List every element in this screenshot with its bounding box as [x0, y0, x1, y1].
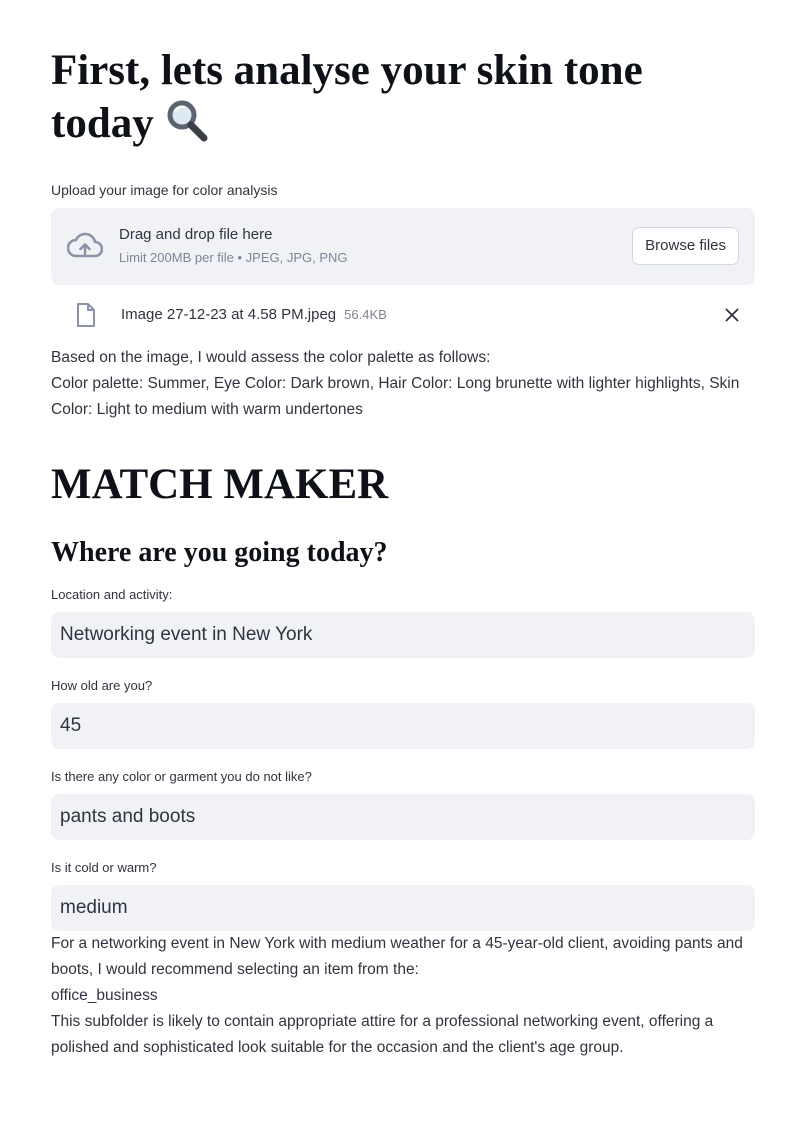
age-input[interactable]: [51, 702, 755, 749]
uploaded-file-size: 56.4KB: [344, 307, 387, 323]
age-label: How old are you?: [51, 677, 153, 693]
upload-label: Upload your image for color analysis: [51, 181, 278, 198]
weather-field: Is it cold or warm?: [51, 860, 755, 931]
main-content: First, lets analyse your skin tone today…: [0, 0, 804, 1061]
file-icon: [75, 302, 97, 328]
weather-label: Is it cold or warm?: [51, 859, 157, 875]
file-dropzone[interactable]: Drag and drop file here Limit 200MB per …: [51, 207, 755, 285]
dislikes-field: Is there any color or garment you do not…: [51, 769, 755, 840]
dropzone-limit: Limit 200MB per file • JPEG, JPG, PNG: [119, 250, 348, 266]
browse-files-button[interactable]: Browse files: [632, 226, 739, 265]
page-title: First, lets analyse your skin tone today: [51, 0, 755, 156]
location-label: Location and activity:: [51, 586, 173, 602]
uploaded-file-name: Image 27-12-23 at 4.58 PM.jpeg: [121, 306, 337, 324]
dropzone-title: Drag and drop file here: [119, 226, 273, 244]
location-input[interactable]: [51, 611, 755, 658]
uploaded-file-row: Image 27-12-23 at 4.58 PM.jpeg 56.4KB: [51, 285, 755, 345]
match-maker-subtitle: Where are you going today?: [51, 536, 388, 568]
dislikes-label: Is there any color or garment you do not…: [51, 768, 312, 784]
recommendation-intro: For a networking event in New York with …: [51, 934, 743, 978]
recommendation-folder: office_business: [51, 986, 158, 1004]
match-maker-title: MATCH MAKER: [51, 460, 389, 508]
cloud-upload-icon: [66, 231, 104, 261]
dislikes-input[interactable]: [51, 793, 755, 840]
page-title-text: First, lets analyse your skin tone today: [51, 47, 643, 147]
magnifier-icon: [164, 99, 210, 156]
analysis-result: Color palette: Summer, Eye Color: Dark b…: [51, 374, 740, 418]
age-field: How old are you?: [51, 678, 755, 749]
location-field: Location and activity:: [51, 587, 755, 658]
remove-file-close-icon[interactable]: [723, 306, 741, 324]
recommendation-explanation: This subfolder is likely to contain appr…: [51, 1012, 714, 1056]
analysis-intro: Based on the image, I would assess the c…: [51, 348, 491, 366]
dropzone-text: Drag and drop file here Limit 200MB per …: [119, 225, 348, 267]
weather-input[interactable]: [51, 884, 755, 931]
